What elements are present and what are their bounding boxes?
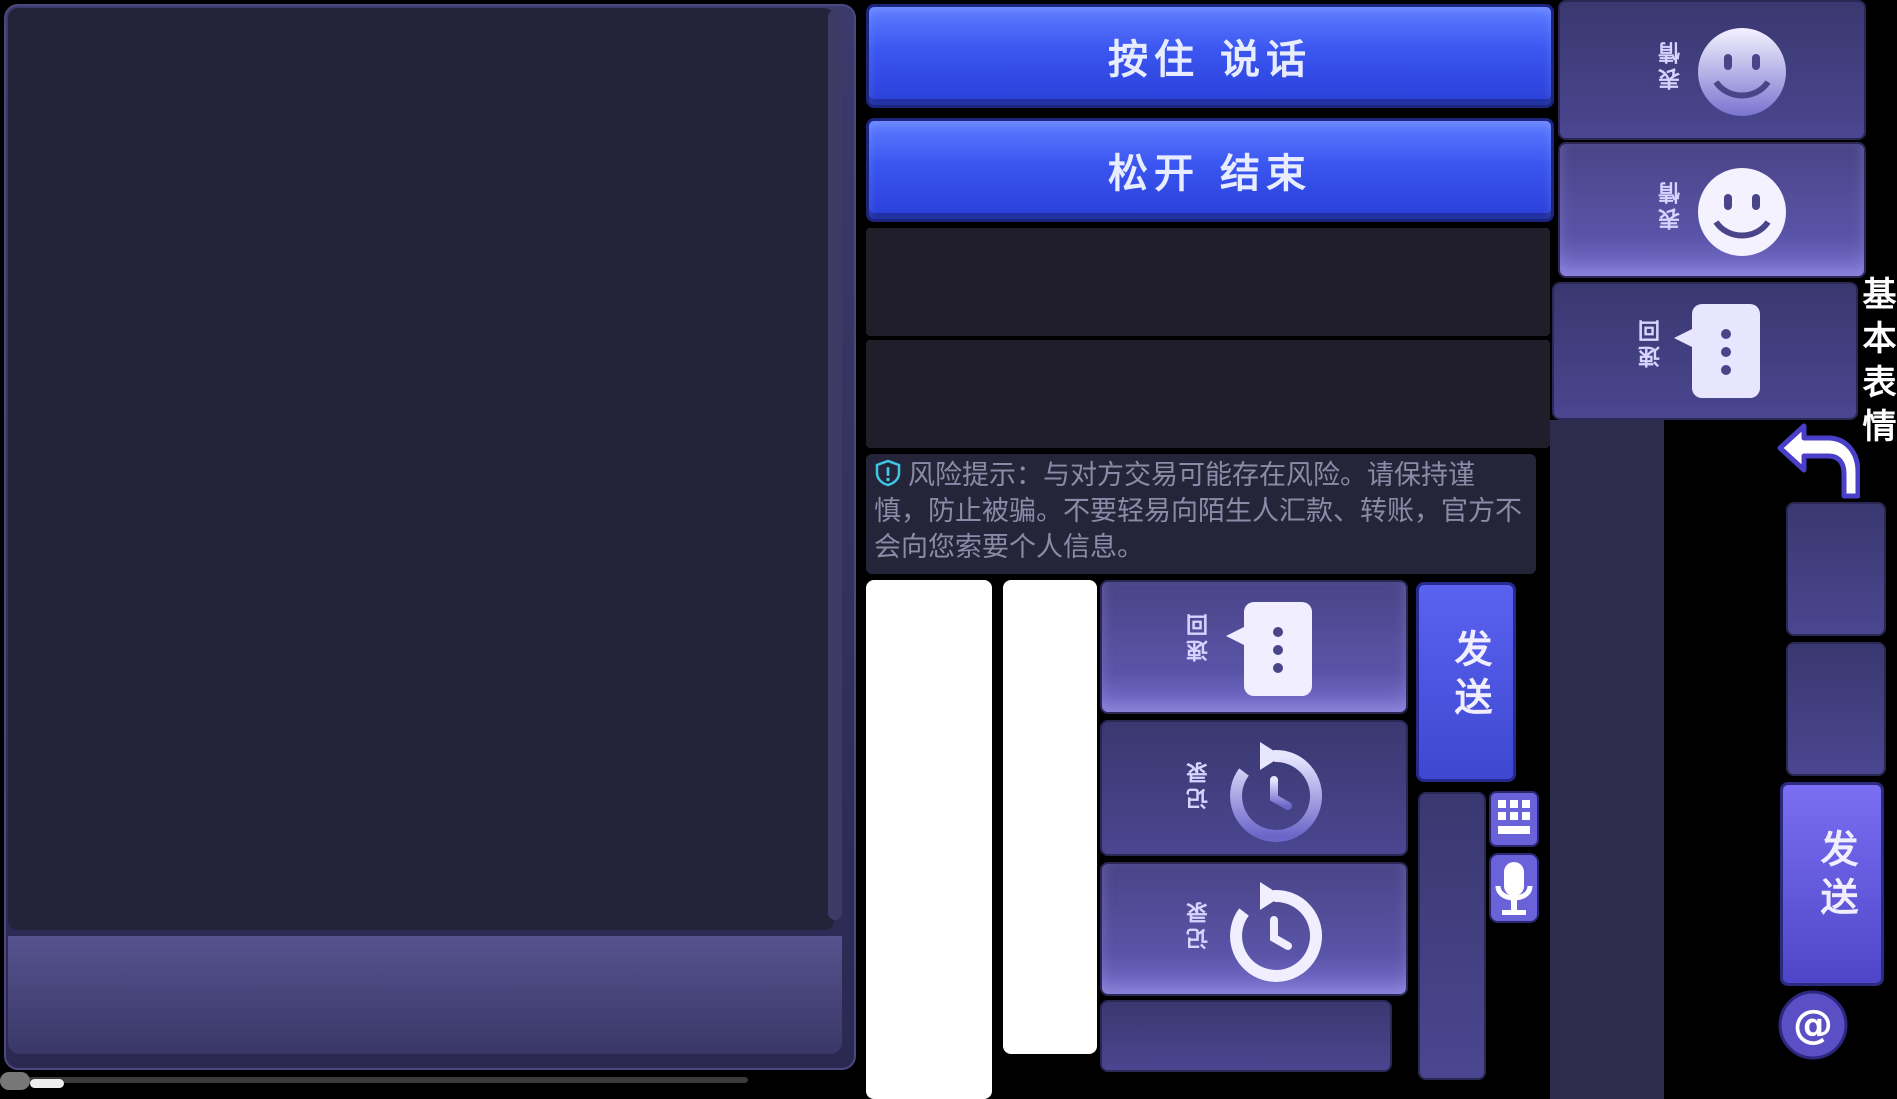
slider-track[interactable] <box>0 1077 748 1083</box>
slider-knob[interactable] <box>0 1072 30 1090</box>
right-slot-1[interactable] <box>1786 502 1886 636</box>
input-slot-1[interactable] <box>866 228 1550 336</box>
history-label: 记录 <box>1187 758 1212 810</box>
history-button[interactable]: 记录 <box>1100 720 1408 856</box>
emoji-button-active[interactable]: 表情 <box>1558 142 1866 278</box>
risk-notice: 风险提示：与对方交易可能存在风险。请保持谨慎，防止被骗。不要轻易向陌生人汇款、转… <box>866 454 1536 574</box>
send-label-right: 发送 <box>1814 829 1858 925</box>
blank-tile[interactable] <box>1100 1000 1392 1072</box>
quick-reply-label: 速回 <box>1187 610 1212 662</box>
quick-reply-tab-label: 速回 <box>1639 316 1664 368</box>
white-input-bar-2[interactable] <box>1003 580 1097 1054</box>
back-arrow-icon[interactable] <box>1774 420 1860 502</box>
input-slot-2[interactable] <box>866 340 1550 448</box>
right-slot-2[interactable] <box>1786 642 1886 776</box>
send-button-right[interactable]: 发送 <box>1780 782 1884 986</box>
shield-alert-icon <box>875 459 901 487</box>
history-button-active[interactable]: 记录 <box>1100 862 1408 996</box>
white-input-bar-1[interactable] <box>866 580 992 1099</box>
send-label: 发送 <box>1448 629 1492 725</box>
chat-panel-footer <box>8 936 842 1054</box>
chat-message-area[interactable] <box>8 8 834 930</box>
side-slot[interactable] <box>1418 792 1486 1080</box>
svg-text:@: @ <box>1793 1002 1833 1048</box>
speech-bubble-icon <box>1226 602 1312 696</box>
smiley-icon <box>1698 168 1786 256</box>
emoji-button[interactable]: 表情 <box>1558 0 1866 140</box>
slider-fill <box>30 1079 64 1088</box>
history-clock-icon <box>1230 742 1322 842</box>
risk-notice-text: 风险提示：与对方交易可能存在风险。请保持谨慎，防止被骗。不要轻易向陌生人汇款、转… <box>874 460 1522 563</box>
chat-scrollbar[interactable] <box>828 10 842 920</box>
release-to-end-button[interactable]: 松开 结束 <box>866 118 1554 222</box>
hold-to-talk-button[interactable]: 按住 说话 <box>866 4 1554 108</box>
history-label-active: 记录 <box>1187 898 1212 950</box>
emoji-label-active: 表情 <box>1659 178 1684 230</box>
microphone-icon[interactable] <box>1488 852 1540 924</box>
at-sign-icon[interactable]: @ <box>1778 990 1848 1060</box>
smiley-icon <box>1698 28 1786 116</box>
quick-reply-tab[interactable]: 速回 <box>1552 282 1858 420</box>
emoji-label: 表情 <box>1659 38 1684 90</box>
history-clock-icon <box>1230 882 1322 982</box>
send-button[interactable]: 发送 <box>1416 582 1516 782</box>
quick-reply-button[interactable]: 速回 <box>1100 580 1408 714</box>
keyboard-icon[interactable] <box>1488 790 1540 848</box>
side-column <box>1550 420 1664 1099</box>
basic-emoji-tab-label[interactable]: 基本表情 <box>1856 276 1896 476</box>
speech-bubble-icon <box>1674 304 1760 398</box>
